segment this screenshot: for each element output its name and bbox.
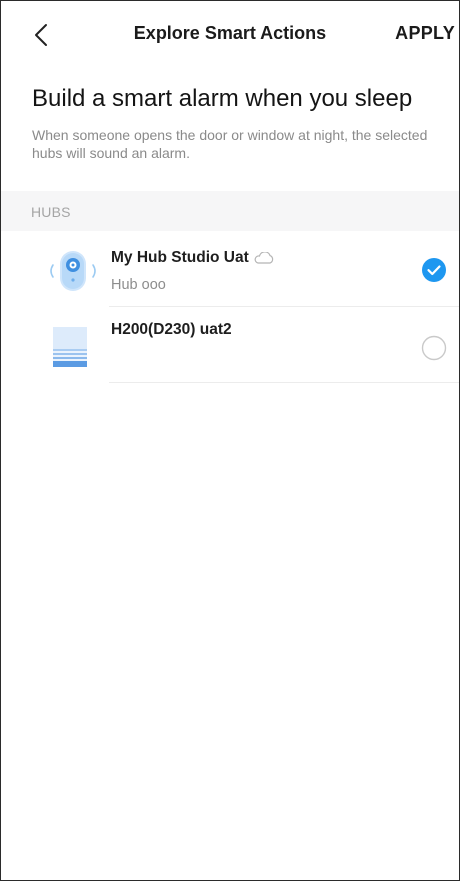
row-divider (109, 382, 459, 383)
hub-name-row: My Hub Studio Uat (111, 249, 275, 267)
hub-name-row: H200(D230) uat2 (111, 321, 232, 339)
chevron-left-icon (35, 24, 47, 46)
hub-speaker-icon (50, 251, 96, 291)
cloud-icon (254, 252, 273, 264)
smart-alarm-heading: Build a smart alarm when you sleep (32, 85, 413, 112)
explore-smart-actions-screen: Explore Smart Actions APPLY Build a smar… (0, 0, 460, 881)
page-title: Explore Smart Actions (133, 23, 327, 43)
smart-alarm-description: When someone opens the door or window at… (32, 127, 428, 161)
hub-box-icon (53, 327, 87, 367)
hubs-section-label: HUBS (31, 204, 71, 220)
navigation-bar: Explore Smart Actions APPLY (1, 1, 459, 65)
hub-list-item[interactable]: H200(D230) uat2 (1, 307, 459, 383)
hub-name: My Hub Studio Uat (111, 249, 249, 266)
hubs-section-header: HUBS (1, 191, 459, 231)
back-button[interactable] (29, 21, 53, 49)
hub-subtitle: Hub ooo (111, 277, 166, 293)
apply-button[interactable]: APPLY (395, 23, 455, 44)
hub-list-item[interactable]: My Hub Studio Uat Hub ooo (1, 233, 459, 307)
hub-name: H200(D230) uat2 (111, 321, 232, 338)
selected-check-icon[interactable] (421, 257, 447, 283)
unselected-radio-icon[interactable] (421, 335, 447, 361)
